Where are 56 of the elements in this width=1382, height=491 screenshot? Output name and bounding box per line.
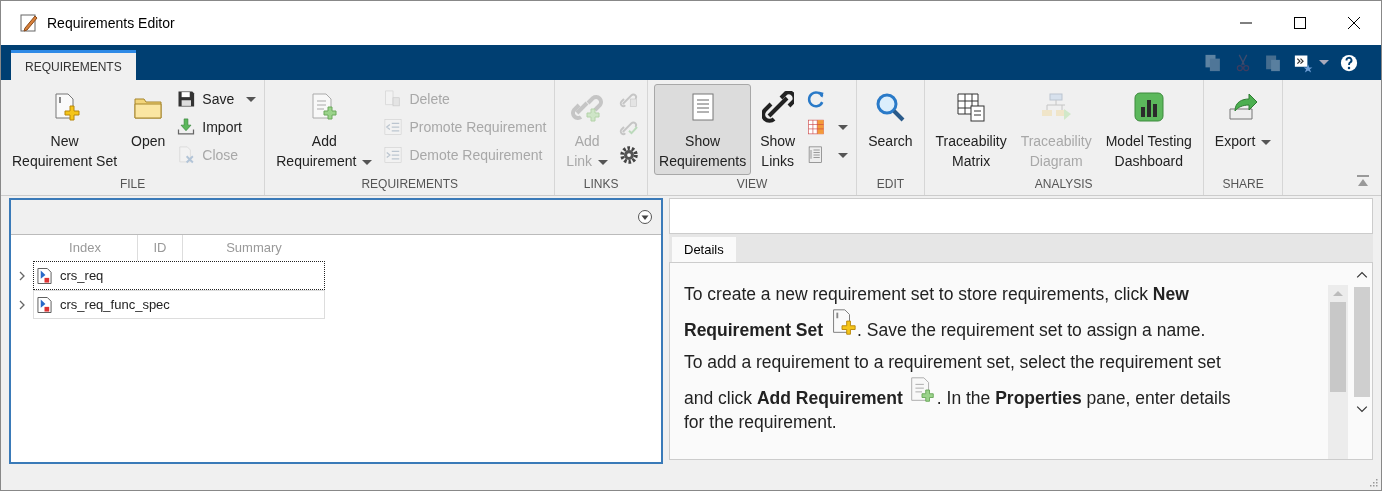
- help-text: To add a requirement to a requirement set, select the requirement set: [684, 351, 1221, 373]
- caret-icon[interactable]: [1319, 60, 1329, 65]
- outdent-icon: [383, 117, 404, 137]
- details-tab[interactable]: Details: [672, 237, 736, 262]
- ribbon-group-label: ANALYSIS: [1033, 177, 1094, 193]
- resize-grip-icon[interactable]: [1368, 477, 1378, 487]
- import-arrow-icon: [176, 117, 197, 137]
- hierarchy-icon: [1040, 91, 1073, 123]
- grid-document-icon: [955, 91, 988, 123]
- scroll-up-icon[interactable]: [1356, 269, 1368, 281]
- ribbon-button[interactable]: Import: [174, 114, 259, 140]
- help-icon[interactable]: [1339, 52, 1359, 73]
- bar-chart-icon: [1132, 91, 1165, 123]
- scroll-down-icon[interactable]: [1356, 403, 1368, 415]
- ribbon-group-label: VIEW: [735, 177, 769, 193]
- toolstrip-tab[interactable]: REQUIREMENTS: [11, 50, 136, 80]
- table-row[interactable]: crs_req_func_spec: [33, 290, 325, 319]
- chevron-right-icon[interactable]: [17, 270, 27, 281]
- help-text: . Save the requirement set to assign a name.: [857, 319, 1206, 341]
- ribbon-group-label: LINKS: [582, 177, 620, 193]
- pencil-document-icon: [19, 13, 39, 33]
- ribbon-button[interactable]: Export: [1209, 84, 1277, 155]
- requirement-set-name: crs_req: [60, 268, 104, 283]
- ribbon-button[interactable]: Search: [863, 84, 918, 155]
- ribbon-button[interactable]: Show Requirements: [654, 84, 752, 175]
- indent-icon: [383, 145, 404, 165]
- scrollbar[interactable]: [1328, 285, 1348, 459]
- window-title: Requirements Editor: [47, 15, 175, 31]
- ribbon-group-label: REQUIREMENTS: [360, 177, 460, 193]
- ribbon-group-label: FILE: [118, 177, 147, 193]
- ribbon-group-label: SHARE: [1221, 177, 1265, 193]
- help-text: and click Add Requirement: [684, 387, 903, 409]
- table-icon: [806, 117, 827, 137]
- help-text: for the requirement.: [684, 411, 837, 433]
- gear-icon: [619, 145, 640, 165]
- help-text: . In the Properties pane, enter details: [936, 387, 1231, 409]
- table-row[interactable]: crs_req: [33, 261, 325, 290]
- search-icon: [874, 91, 907, 123]
- ribbon-button[interactable]: Show Links: [755, 84, 801, 175]
- ribbon-button[interactable]: Traceability Matrix: [930, 84, 1012, 175]
- requirement-set-icon: [37, 295, 52, 314]
- ribbon-button[interactable]: Save: [174, 86, 259, 112]
- export-arrow-icon: [1227, 91, 1260, 123]
- collapse-ribbon-icon[interactable]: [1355, 173, 1371, 189]
- requirement-set-icon: [37, 266, 52, 285]
- ribbon-button[interactable]: Open: [126, 84, 171, 155]
- help-text: To create a new requirement set to store requirements, click New: [684, 283, 1189, 305]
- link-icon: [761, 91, 794, 123]
- requirement-set-name: crs_req_func_spec: [60, 297, 170, 312]
- ribbon-button[interactable]: Add Requirement: [271, 84, 378, 175]
- help-text: Requirement Set: [684, 319, 824, 341]
- chevron-right-icon[interactable]: [17, 299, 27, 310]
- ribbon-button[interactable]: Model Testing Dashboard: [1100, 84, 1197, 175]
- options-dropdown-icon[interactable]: [637, 209, 653, 225]
- ribbon-group-label: EDIT: [875, 177, 906, 193]
- ribbon-button[interactable]: New Requirement Set: [7, 84, 123, 175]
